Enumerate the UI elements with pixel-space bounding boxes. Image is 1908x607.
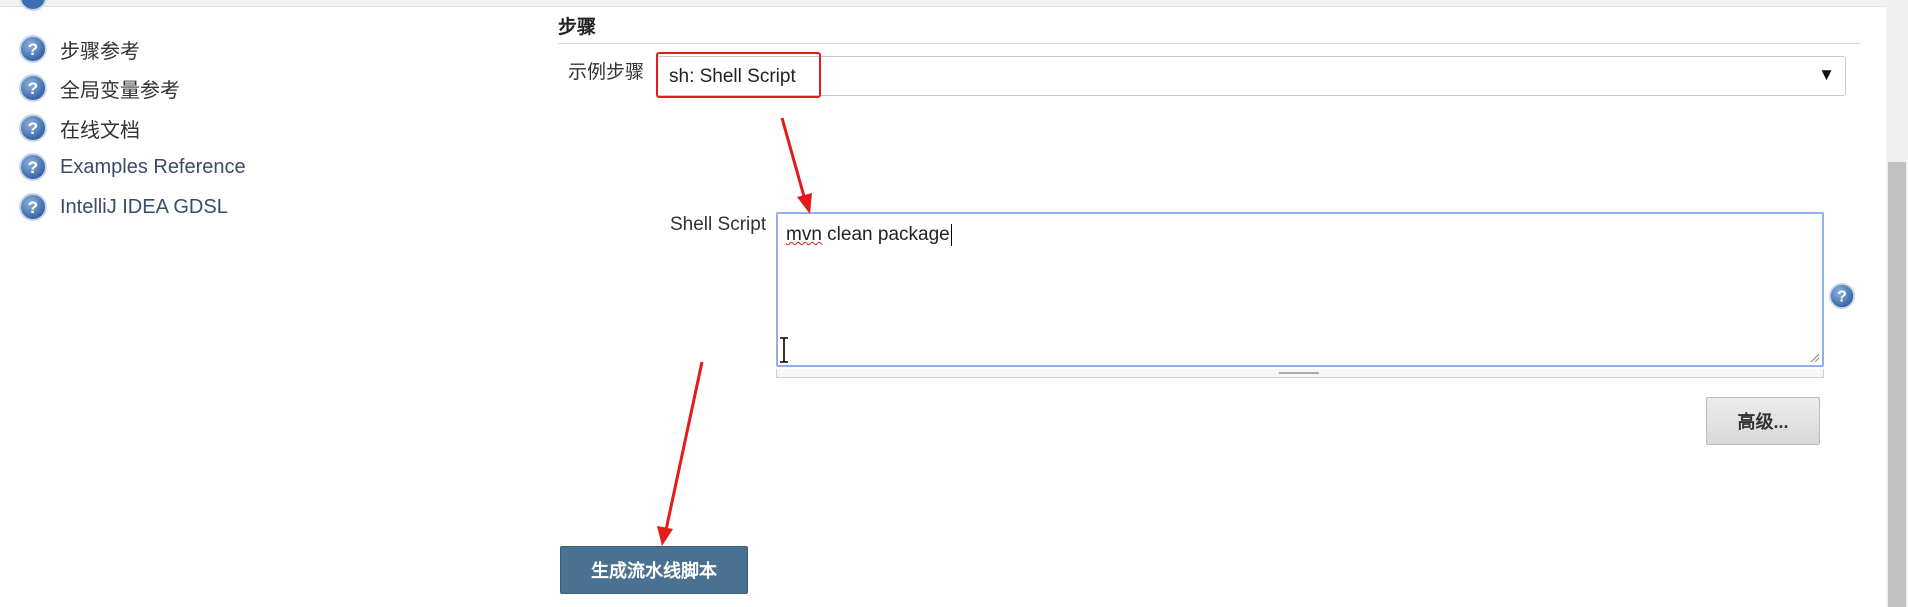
svg-text:?: ? (28, 79, 38, 98)
help-icon[interactable]: ? (1828, 282, 1856, 310)
shell-script-textarea[interactable]: mvn clean package (776, 212, 1824, 367)
sidebar-item-global-variables[interactable]: ? 全局变量参考 (18, 68, 180, 108)
help-icon (19, 0, 47, 11)
text-cursor-icon (780, 337, 788, 363)
sidebar: ? 步骤参考 ? 全局变量参考 ? 在线文档 ? Examples Refere… (0, 0, 540, 607)
generate-pipeline-script-button[interactable]: 生成流水线脚本 (560, 546, 748, 594)
sidebar-item-label: Examples Reference (60, 155, 246, 178)
script-text: clean package (821, 224, 950, 246)
drag-handle (1279, 372, 1319, 374)
text-caret (950, 224, 952, 246)
script-text-word: mvn (786, 224, 822, 246)
sidebar-item-online-docs[interactable]: ? 在线文档 (18, 108, 140, 148)
help-icon: ? (19, 114, 47, 142)
shell-script-label: Shell Script (670, 214, 767, 235)
help-icon: ? (19, 35, 47, 63)
textarea-resize-bar[interactable] (776, 369, 1824, 378)
sidebar-item-label: 全局变量参考 (60, 79, 180, 102)
section-title: 步骤 (558, 17, 597, 38)
svg-text:?: ? (1837, 289, 1847, 306)
help-icon: ? (19, 74, 47, 102)
sidebar-item-label: 步骤参考 (60, 40, 140, 63)
sample-step-label: 示例步骤 (568, 62, 645, 83)
svg-text:?: ? (28, 198, 38, 217)
sidebar-item-label: 在线文档 (60, 119, 140, 142)
scrollbar-thumb[interactable] (1888, 162, 1906, 607)
sidebar-item-label: IntelliJ IDEA GDSL (60, 195, 228, 218)
resize-grip-icon[interactable] (1808, 351, 1820, 363)
section-divider (558, 43, 1860, 44)
sidebar-item-intellij-gdsl[interactable]: ? IntelliJ IDEA GDSL (18, 187, 228, 227)
sidebar-item-examples-reference[interactable]: ? Examples Reference (18, 147, 246, 187)
help-icon: ? (19, 193, 47, 221)
dropdown-arrow-icon[interactable]: ▼ (1818, 65, 1835, 85)
sidebar-item-step-reference[interactable]: ? 步骤参考 (18, 29, 140, 69)
svg-text:?: ? (28, 40, 38, 59)
advanced-button[interactable]: 高级... (1706, 397, 1820, 445)
svg-text:?: ? (28, 158, 38, 177)
sample-step-selected-value: sh: Shell Script (669, 66, 796, 87)
scrollbar[interactable] (1886, 0, 1908, 607)
help-icon: ? (19, 153, 47, 181)
svg-text:?: ? (28, 119, 38, 138)
sample-step-select[interactable]: sh: Shell Script ▼ (656, 56, 1846, 96)
